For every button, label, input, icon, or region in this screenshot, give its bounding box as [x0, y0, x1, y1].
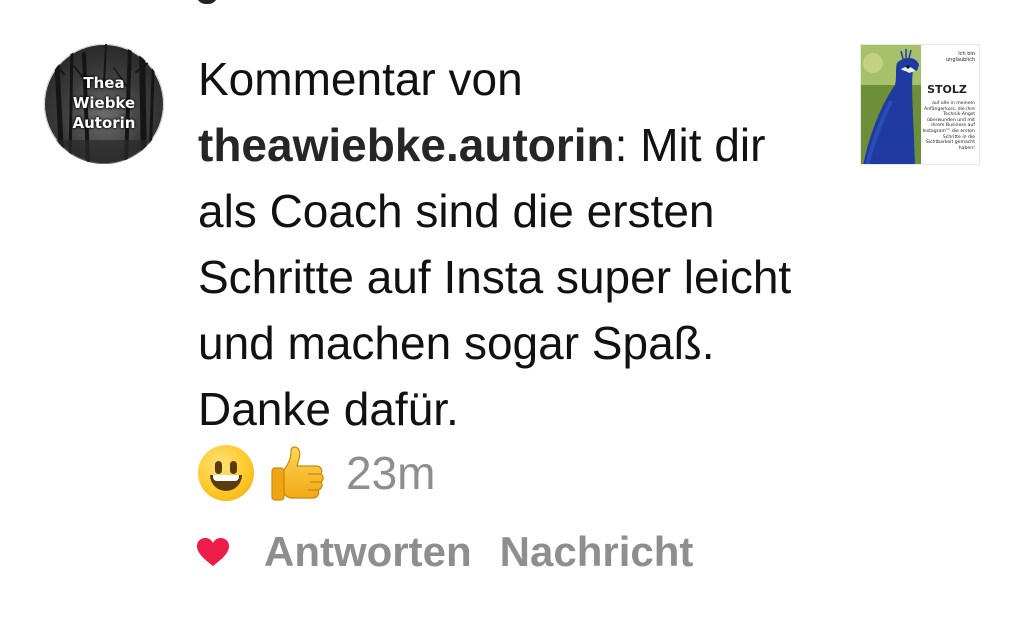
thumbnail-headline: STOLZ — [927, 83, 967, 96]
message-button[interactable]: Nachricht — [500, 522, 694, 582]
comment-prefix: Kommentar von — [198, 53, 523, 105]
comment-actions-row: Antworten Nachricht — [196, 522, 721, 582]
reply-button[interactable]: Antworten — [264, 522, 472, 582]
avatar[interactable]: Thea Wiebke Autorin — [44, 44, 164, 164]
avatar-label-line1: Thea — [83, 74, 125, 92]
grinning-face-emoji-icon — [198, 445, 254, 501]
comment-timestamp: 23m — [346, 447, 436, 499]
thumbs-up-emoji-icon — [271, 446, 324, 501]
avatar-label-line3: Autorin — [72, 114, 136, 132]
avatar-label-line2: Wiebke — [72, 94, 136, 112]
comment-username[interactable]: theawiebke.autorin — [198, 119, 615, 171]
heart-icon[interactable] — [196, 537, 230, 567]
comment-text-block: Kommentar von theawiebke.autorin: Mit di… — [198, 46, 818, 442]
thumbnail-line2: unglaublich — [945, 57, 975, 63]
comment-meta-row: 23m — [198, 442, 435, 504]
post-thumbnail[interactable]: Ich bin unglaublich STOLZ auf alle in me… — [860, 44, 980, 165]
previous-comment-fragment — [196, 0, 218, 4]
thumbnail-body: auf alle in meinem Anfängerkurs, die ihr… — [922, 101, 975, 151]
